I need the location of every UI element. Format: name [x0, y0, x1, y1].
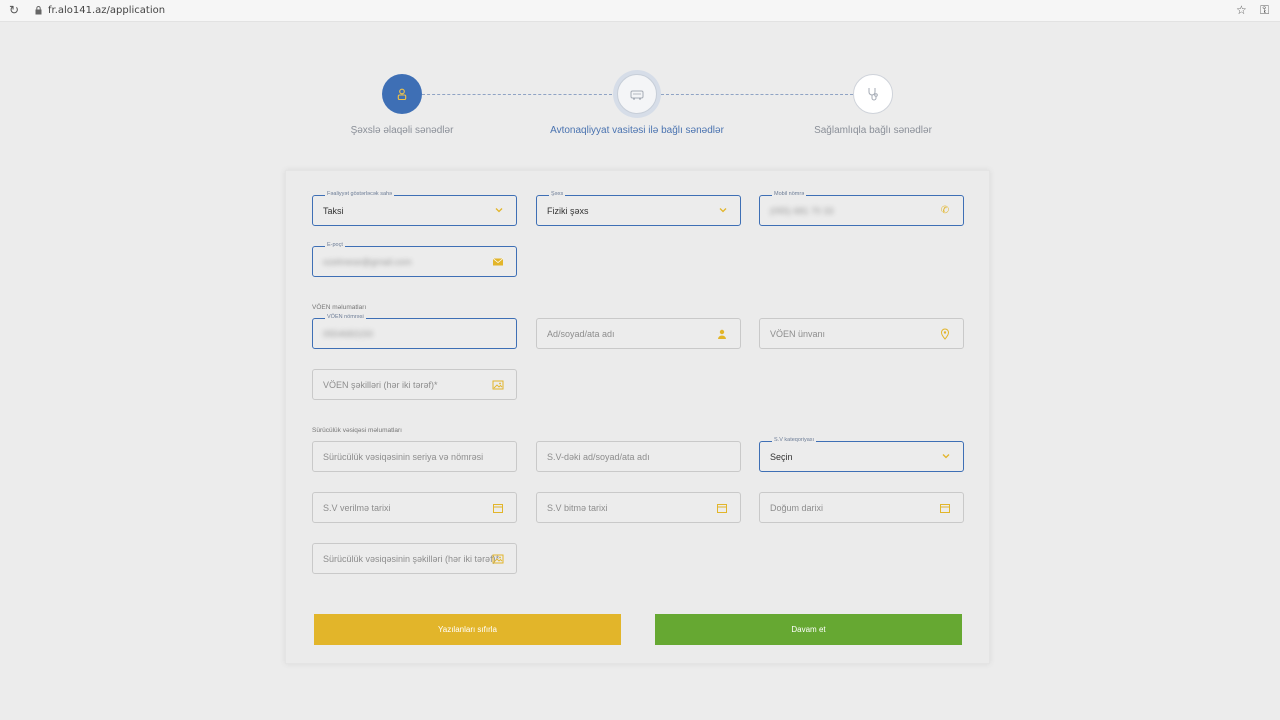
voen-name-field[interactable]: Ad/soyad/ata adı	[536, 318, 741, 349]
stethoscope-icon	[868, 88, 878, 101]
mobile-label: Mobil nömrə	[772, 191, 807, 197]
voen-number-field[interactable]: VÖEN nömrəsi 0554683150	[312, 314, 517, 349]
voen-number-value: 0554683150	[323, 329, 374, 339]
chevron-down-icon	[942, 454, 950, 459]
location-pin-icon	[940, 328, 950, 340]
mobile-field[interactable]: Mobil nömrə (055) 681 70 33 ✆	[759, 191, 964, 226]
birth-date-placeholder: Doğum darixi	[770, 503, 824, 513]
license-photos-placeholder: Sürücülük vəsiqəsinin şəkilləri (hər iki…	[323, 554, 500, 564]
email-label: E-poçt	[325, 242, 345, 248]
license-photos-upload[interactable]: Sürücülük vəsiqəsinin şəkilləri (hər iki…	[312, 543, 517, 574]
browser-toolbar: ↻ fr.alo141.az/application ☆ ⚿	[0, 0, 1280, 22]
step-1-label: Şəxslə əlaqəli sənədlər	[350, 125, 454, 136]
car-icon	[630, 90, 644, 100]
expiry-date-field[interactable]: S.V bitmə tarixi	[536, 492, 741, 523]
license-section-title: Sürücülük vəsiqəsi məlumatları	[312, 427, 402, 434]
license-category-value: Seçin	[770, 452, 793, 462]
application-form-card: Fəaliyyət göstərləcək sahə Taksi Şəxs Fi…	[285, 170, 990, 664]
expiry-date-placeholder: S.V bitmə tarixi	[547, 503, 608, 513]
stepper-connector	[422, 94, 612, 95]
issue-date-placeholder: S.V verilmə tarixi	[323, 503, 391, 513]
license-number-field[interactable]: Sürücülük vəsiqəsinin seriya və nömrəsi	[312, 441, 517, 472]
reload-icon[interactable]: ↻	[9, 4, 21, 16]
mobile-value: (055) 681 70 33	[770, 206, 834, 216]
license-category-label: S.V kateqoriyası	[772, 437, 817, 443]
calendar-icon	[717, 504, 727, 513]
voen-address-placeholder: VÖEN ünvanı	[770, 329, 826, 339]
reset-button[interactable]: Yazılanları sıfırla	[314, 614, 621, 645]
email-field[interactable]: E-poçt ozelmese@gmail.com	[312, 242, 517, 277]
voen-photos-placeholder: VÖEN şəkilləri (hər iki tərəf)*	[323, 380, 438, 390]
license-number-placeholder: Sürücülük vəsiqəsinin seriya və nömrəsi	[323, 452, 484, 462]
voen-name-placeholder: Ad/soyad/ata adı	[547, 329, 615, 339]
image-upload-icon	[492, 554, 504, 564]
continue-button[interactable]: Davam et	[655, 614, 962, 645]
key-icon[interactable]: ⚿	[1260, 3, 1269, 18]
email-value: ozelmese@gmail.com	[323, 257, 412, 267]
activity-label: Fəaliyyət göstərləcək sahə	[325, 191, 395, 197]
star-icon[interactable]: ☆	[1236, 3, 1247, 17]
voen-photos-upload[interactable]: VÖEN şəkilləri (hər iki tərəf)*	[312, 369, 517, 400]
person-type-label: Şəxs	[549, 191, 566, 197]
step-3-circle[interactable]	[853, 74, 893, 114]
license-name-field[interactable]: S.V-dəki ad/soyad/ata adı	[536, 441, 741, 472]
license-name-placeholder: S.V-dəki ad/soyad/ata adı	[547, 452, 650, 462]
voen-section-title: VÖEN məlumatları	[312, 304, 367, 311]
step-3-label: Sağlamlıqla bağlı sənədlər	[814, 125, 932, 136]
chevron-down-icon	[719, 208, 727, 213]
image-upload-icon	[492, 380, 504, 390]
lock-icon	[35, 6, 42, 15]
chevron-down-icon	[495, 208, 503, 213]
phone-icon: ✆	[940, 205, 950, 216]
calendar-icon	[493, 504, 503, 513]
person-icon	[718, 329, 726, 339]
address-bar[interactable]: fr.alo141.az/application	[48, 5, 165, 16]
step-1-circle[interactable]	[382, 74, 422, 114]
activity-value: Taksi	[323, 206, 344, 216]
step-2-circle[interactable]	[617, 74, 657, 114]
voen-address-field[interactable]: VÖEN ünvanı	[759, 318, 964, 349]
voen-number-label: VÖEN nömrəsi	[325, 314, 366, 320]
activity-select[interactable]: Fəaliyyət göstərləcək sahə Taksi	[312, 191, 517, 226]
issue-date-field[interactable]: S.V verilmə tarixi	[312, 492, 517, 523]
license-category-select[interactable]: S.V kateqoriyası Seçin	[759, 437, 964, 472]
person-type-select[interactable]: Şəxs Fiziki şəxs	[536, 191, 741, 226]
calendar-icon	[940, 504, 950, 513]
envelope-icon	[492, 258, 504, 266]
person-type-value: Fiziki şəxs	[547, 206, 589, 216]
person-icon	[397, 88, 407, 101]
step-2-label: Avtonaqliyyat vasitəsi ilə bağlı sənədlə…	[550, 125, 724, 136]
birth-date-field[interactable]: Doğum darixi	[759, 492, 964, 523]
stepper-connector	[661, 94, 853, 95]
